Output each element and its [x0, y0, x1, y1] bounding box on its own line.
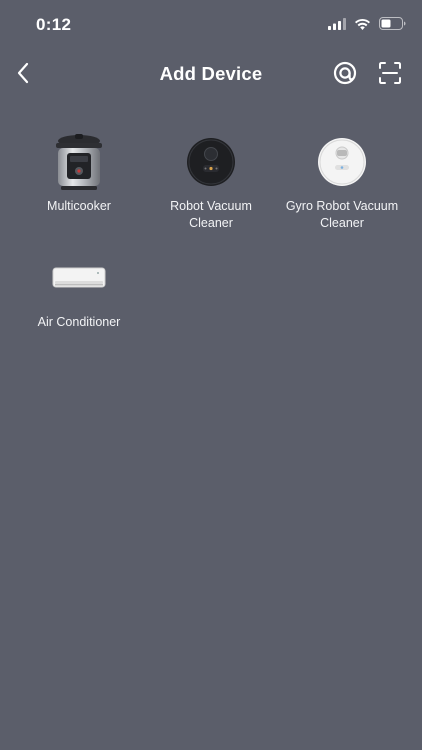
scan-code-button[interactable]	[376, 61, 404, 89]
device-item-multicooker[interactable]: Multicooker	[14, 132, 144, 215]
wifi-icon	[354, 17, 371, 35]
nearby-scan-button[interactable]	[331, 61, 359, 89]
gyro-robot-vacuum-image	[277, 132, 407, 192]
status-time: 0:12	[36, 15, 72, 34]
device-item-robot-vacuum[interactable]: Robot Vacuum Cleaner	[146, 132, 276, 232]
device-label: Air Conditioner	[37, 315, 121, 329]
air-conditioner-image	[14, 248, 144, 308]
multicooker-image	[14, 132, 144, 192]
nearby-scan-icon	[333, 61, 357, 90]
status-bar: 0:12	[0, 0, 422, 50]
device-item-air-conditioner[interactable]: Air Conditioner	[14, 248, 144, 331]
robot-vacuum-image	[146, 132, 276, 192]
device-label: Multicooker	[47, 199, 111, 213]
battery-icon	[379, 17, 406, 35]
device-label: Robot Vacuum Cleaner	[170, 199, 252, 230]
cellular-signal-icon	[328, 17, 346, 35]
scan-code-icon	[378, 61, 402, 90]
status-icons	[328, 17, 406, 35]
device-label: Gyro Robot Vacuum Cleaner	[285, 199, 399, 230]
device-item-gyro-robot-vacuum[interactable]: Gyro Robot Vacuum Cleaner	[277, 132, 407, 232]
nav-bar: Add Device	[0, 52, 422, 98]
